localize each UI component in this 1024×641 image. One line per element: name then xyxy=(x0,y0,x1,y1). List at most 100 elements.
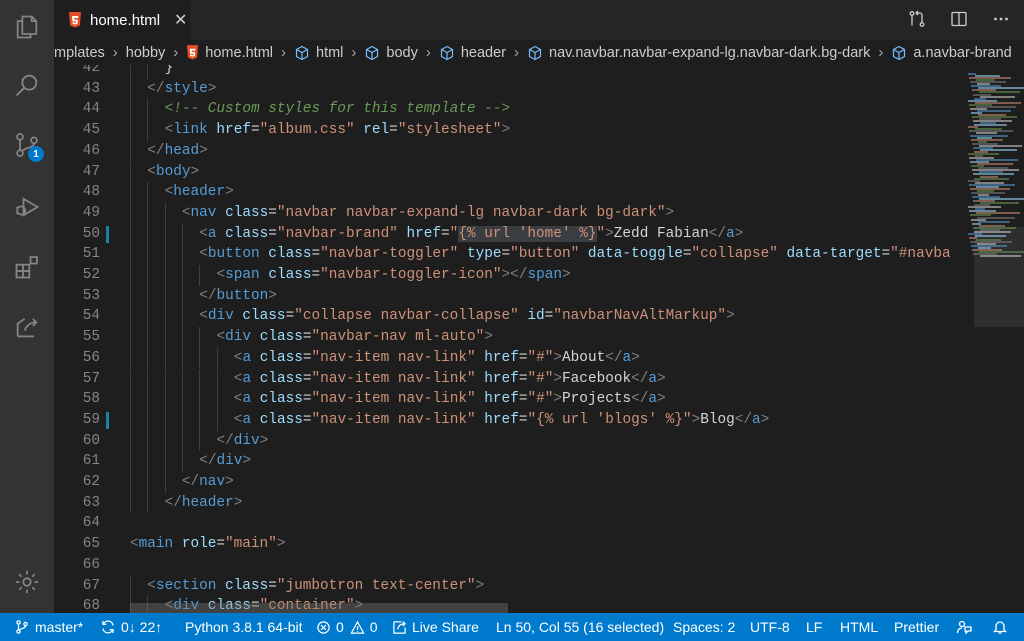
code-token: "nav-item nav-link" xyxy=(311,391,476,408)
close-icon[interactable]: ✕ xyxy=(174,10,187,30)
files-icon[interactable] xyxy=(10,10,44,44)
code-line[interactable]: 43 </style> xyxy=(54,79,964,100)
problems-status[interactable]: 0 0 xyxy=(316,613,378,641)
indent-guide xyxy=(130,120,131,141)
cursor-position[interactable]: Ln 50, Col 55 (16 selected) xyxy=(496,613,664,641)
code-line[interactable]: 67 <section class="jumbotron text-center"… xyxy=(54,576,964,597)
code-line[interactable]: 54 <div class="collapse navbar-collapse" … xyxy=(54,306,964,327)
code-line[interactable]: 55 <div class="navbar-nav ml-auto"> xyxy=(54,327,964,348)
breadcrumb-item[interactable]: a.navbar-brand xyxy=(891,45,1012,61)
code-line[interactable]: 50 <a class="navbar-brand" href="{% url '… xyxy=(54,224,964,245)
notifications-bell-icon[interactable] xyxy=(992,613,1013,641)
search-icon[interactable] xyxy=(10,68,44,102)
code-line[interactable]: 60 </div> xyxy=(54,431,964,452)
breadcrumb-item[interactable]: nav.navbar.navbar-expand-lg.navbar-dark.… xyxy=(527,44,891,61)
breadcrumb-item[interactable]: mplates › xyxy=(54,44,126,61)
language-mode[interactable]: HTML xyxy=(840,613,878,641)
live-share-status[interactable]: Live Share xyxy=(392,613,479,641)
run-debug-icon[interactable] xyxy=(10,190,44,224)
code-line[interactable]: 62 </nav> xyxy=(54,472,964,493)
code-line[interactable]: 44 <!-- Custom styles for this template -… xyxy=(54,99,964,120)
code-line[interactable]: 42} xyxy=(54,65,964,79)
line-number: 59 xyxy=(82,411,100,428)
code-line[interactable]: 59 <a class="nav-item nav-link" href="{% … xyxy=(54,410,964,431)
breadcrumb-item[interactable]: home.html › xyxy=(186,44,294,61)
chevron-right-icon: › xyxy=(514,44,520,61)
code-token: > xyxy=(553,370,563,387)
horizontal-scrollbar[interactable] xyxy=(130,603,508,613)
code-token: = xyxy=(302,349,312,366)
code-token: class xyxy=(259,329,303,346)
branch-status[interactable]: master* xyxy=(14,613,83,641)
code-line[interactable]: 47 <body> xyxy=(54,162,964,183)
breadcrumb-item[interactable]: header › xyxy=(439,44,527,61)
more-actions-icon[interactable] xyxy=(990,8,1012,30)
code-token: </ xyxy=(216,432,234,449)
indent-guide xyxy=(216,389,218,410)
code-token: } xyxy=(164,65,174,76)
code-line[interactable]: 51 <button class="navbar-toggler" type="b… xyxy=(54,244,964,265)
code-line[interactable]: 61 </div> xyxy=(54,451,964,472)
code-line[interactable]: 49 <nav class="navbar navbar-expand-lg na… xyxy=(54,203,964,224)
extensions-icon[interactable] xyxy=(10,250,44,284)
code-token: < xyxy=(199,225,208,242)
indent-guide xyxy=(130,140,131,162)
code-token: "navbarNavAltMarkup" xyxy=(553,308,727,325)
code-line[interactable]: 65 <main role="main"> xyxy=(54,534,964,555)
formatter-status[interactable]: Prettier xyxy=(894,613,939,641)
code-line[interactable]: 56 <a class="nav-item nav-link" href="#">… xyxy=(54,348,964,369)
live-share-icon[interactable] xyxy=(10,310,44,344)
settings-gear-icon[interactable] xyxy=(10,565,44,599)
open-changes-icon[interactable] xyxy=(906,8,928,30)
indent-guide xyxy=(147,492,149,514)
code-line[interactable]: 63 </header> xyxy=(54,493,964,514)
element-icon xyxy=(294,45,310,61)
code-token: role xyxy=(181,536,217,553)
code-editor[interactable]: 42} 43 </style> 44 <!-- Custom styles for th… xyxy=(54,65,964,613)
code-line[interactable]: 57 <a class="nav-item nav-link" href="#">… xyxy=(54,369,964,390)
code-line[interactable]: 45 <link href="album.css" rel="stylesheet… xyxy=(54,120,964,141)
feedback-icon[interactable] xyxy=(956,613,977,641)
indent-guide xyxy=(147,265,149,286)
code-line[interactable]: 66 xyxy=(54,555,964,576)
end-of-line[interactable]: LF xyxy=(806,613,822,641)
code-token: " xyxy=(596,225,606,242)
breadcrumb-item[interactable]: html › xyxy=(294,44,364,61)
minimap[interactable] xyxy=(964,65,1024,613)
breadcrumb-label: header xyxy=(460,44,507,61)
code-content: <a class="nav-item nav-link" href="{% ur… xyxy=(234,410,770,431)
python-interpreter[interactable]: Python 3.8.1 64-bit xyxy=(185,613,303,641)
indent-guide xyxy=(130,472,131,493)
code-token: > xyxy=(553,349,563,366)
indent-guide xyxy=(164,265,166,286)
code-token: = xyxy=(441,225,450,242)
code-token: ></ xyxy=(501,267,528,283)
code-content: </header> xyxy=(165,493,243,514)
line-number: 67 xyxy=(82,577,100,594)
code-line[interactable]: 53 </button> xyxy=(54,286,964,307)
breadcrumb-item[interactable]: hobby › xyxy=(126,44,187,61)
tab-home-html[interactable]: home.html ✕ xyxy=(54,0,190,40)
code-token: "navbar-toggler-icon" xyxy=(320,267,502,283)
modified-line-marker xyxy=(106,411,109,429)
line-number: 57 xyxy=(82,370,100,387)
code-token: href xyxy=(216,122,251,139)
split-editor-icon[interactable] xyxy=(948,8,970,30)
indent-guide xyxy=(164,347,166,369)
code-line[interactable]: 52 <span class="navbar-toggler-icon"></sp… xyxy=(54,265,964,286)
indent-guide xyxy=(181,306,183,328)
encoding[interactable]: UTF-8 xyxy=(750,613,790,641)
source-control-icon[interactable]: 1 xyxy=(10,128,44,162)
indentation[interactable]: Spaces: 2 xyxy=(673,613,735,641)
breadcrumb-item[interactable]: body › xyxy=(364,44,438,61)
code-line[interactable]: 58 <a class="nav-item nav-link" href="#">… xyxy=(54,389,964,410)
code-line[interactable]: 48 <header> xyxy=(54,182,964,203)
code-line[interactable]: 46 </head> xyxy=(54,141,964,162)
code-line[interactable]: 64 xyxy=(54,513,964,534)
code-token: "#" xyxy=(527,370,554,387)
sync-status[interactable]: 0↓ 22↑ xyxy=(100,613,162,641)
code-content: <a class="nav-item nav-link" href="#">Fa… xyxy=(234,369,666,390)
indent-guide xyxy=(164,306,166,328)
warning-icon xyxy=(350,620,365,634)
